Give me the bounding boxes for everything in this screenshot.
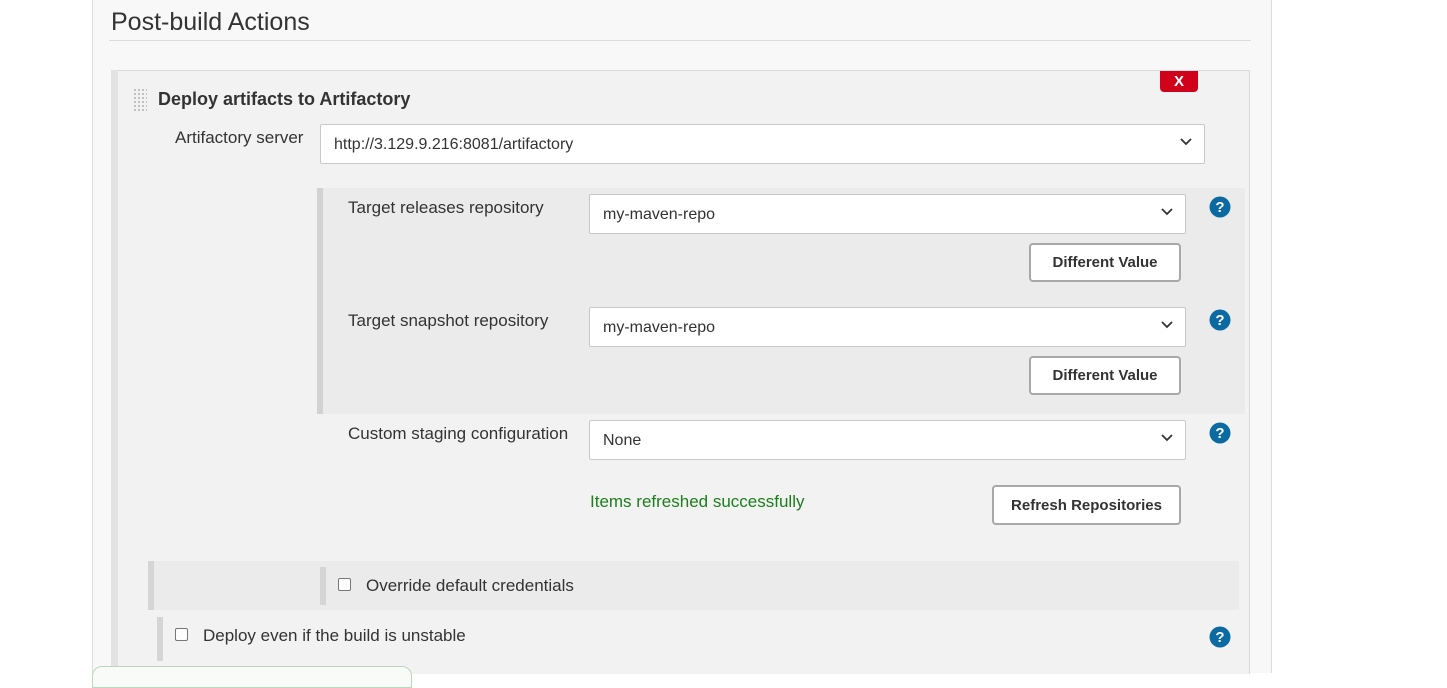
help-icon[interactable]: ? xyxy=(1209,422,1231,444)
svg-text:?: ? xyxy=(1215,199,1224,216)
target-snapshot-value: my-maven-repo xyxy=(603,319,716,336)
target-snapshot-select[interactable]: my-maven-repo xyxy=(589,307,1186,347)
custom-staging-select[interactable]: None xyxy=(589,420,1186,460)
credentials-indent-bar xyxy=(320,567,326,605)
snapshot-different-value-button[interactable]: Different Value xyxy=(1029,356,1181,395)
help-icon[interactable]: ? xyxy=(1209,309,1231,331)
chevron-down-icon xyxy=(1161,208,1173,216)
chevron-down-icon xyxy=(1180,138,1192,146)
refresh-repositories-button[interactable]: Refresh Repositories xyxy=(992,485,1181,525)
bottom-tab-edge xyxy=(92,666,412,688)
artifactory-server-select[interactable]: http://3.129.9.216:8081/artifactory xyxy=(320,124,1205,164)
help-icon[interactable]: ? xyxy=(1209,626,1231,648)
chevron-down-icon xyxy=(1161,434,1173,442)
artifactory-server-label: Artifactory server xyxy=(175,128,304,147)
step-left-bar xyxy=(111,70,118,673)
help-icon[interactable]: ? xyxy=(1209,196,1231,218)
svg-text:?: ? xyxy=(1215,629,1224,646)
custom-staging-label: Custom staging configuration xyxy=(348,424,569,443)
custom-staging-value: None xyxy=(603,432,642,449)
section-title: Post-build Actions xyxy=(111,8,310,36)
releases-different-value-button[interactable]: Different Value xyxy=(1029,243,1181,282)
override-credentials-checkbox[interactable] xyxy=(338,578,351,591)
target-snapshot-label: Target snapshot repository xyxy=(348,311,549,330)
override-credentials-row xyxy=(148,561,1239,610)
step-title: Deploy artifacts to Artifactory xyxy=(158,89,411,109)
svg-text:?: ? xyxy=(1215,312,1224,329)
refresh-status-message: Items refreshed successfully xyxy=(590,492,805,511)
target-releases-label: Target releases repository xyxy=(348,198,544,217)
target-releases-select[interactable]: my-maven-repo xyxy=(589,194,1186,234)
deploy-unstable-checkbox[interactable] xyxy=(175,628,188,641)
target-releases-value: my-maven-repo xyxy=(603,206,716,223)
unstable-indent-bar xyxy=(157,617,163,661)
artifactory-server-value: http://3.129.9.216:8081/artifactory xyxy=(334,136,574,153)
svg-text:?: ? xyxy=(1215,425,1224,442)
override-credentials-label: Override default credentials xyxy=(366,576,574,595)
section-divider xyxy=(109,40,1251,41)
deploy-unstable-label: Deploy even if the build is unstable xyxy=(203,626,466,645)
chevron-down-icon xyxy=(1161,321,1173,329)
drag-handle-icon[interactable] xyxy=(133,88,147,112)
delete-step-button[interactable]: X xyxy=(1160,71,1198,92)
